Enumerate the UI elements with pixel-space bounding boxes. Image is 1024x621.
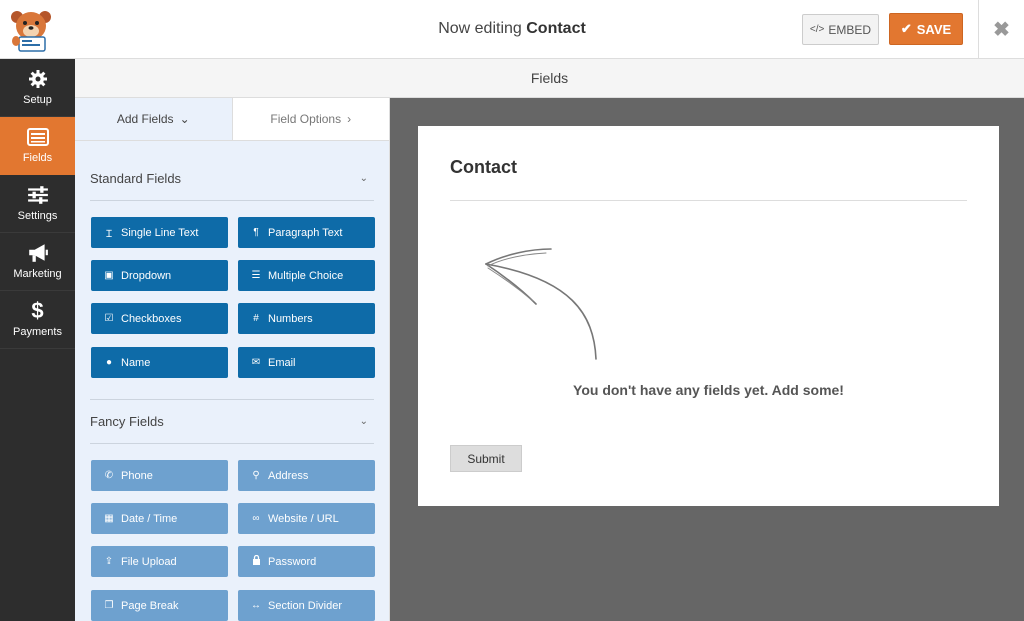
field-button-name[interactable]: ● Name [91, 347, 228, 378]
embed-button[interactable]: </> EMBED [802, 14, 879, 45]
field-label: Checkboxes [121, 312, 182, 325]
phone-icon: ✆ [104, 470, 114, 481]
hand-drawn-arrow-icon [485, 248, 597, 360]
map-pin-icon: ⚲ [252, 470, 260, 481]
tab-field-options[interactable]: Field Options › [231, 98, 389, 140]
chevron-down-icon: ⌄ [359, 173, 368, 184]
empty-state-message: You don't have any fields yet. Add some! [573, 382, 844, 398]
pilcrow-icon: ¶ [253, 227, 259, 238]
fields-list-icon [26, 128, 49, 146]
title-prefix: Now editing [438, 20, 522, 37]
nav-label: Setup [23, 94, 52, 106]
field-button-password[interactable]: Password [238, 546, 375, 577]
submit-button[interactable]: Submit [450, 445, 522, 472]
field-label: File Upload [121, 555, 177, 568]
chevron-down-icon: ⌄ [359, 416, 368, 427]
field-label: Address [268, 469, 309, 482]
tab-label: Field Options [270, 112, 342, 126]
list-icon: ☰ [251, 270, 261, 281]
nav-label: Settings [17, 210, 58, 222]
field-label: Website / URL [268, 512, 339, 525]
field-label: Dropdown [121, 269, 172, 282]
panel-tabs: Add Fields ⌄ Field Options › [75, 98, 389, 141]
field-button-paragraph-text[interactable]: ¶ Paragraph Text [238, 217, 375, 248]
nav-label: Fields [22, 152, 53, 164]
field-button-date-time[interactable]: ▦ Date / Time [91, 503, 228, 534]
field-button-file-upload[interactable]: ⇪ File Upload [91, 546, 228, 577]
field-button-address[interactable]: ⚲ Address [238, 460, 375, 491]
close-button[interactable]: ✖ [979, 0, 1024, 59]
group-title: Standard Fields [90, 171, 182, 186]
text-cursor-icon: Ɪ [106, 228, 112, 240]
field-label: Date / Time [121, 512, 178, 525]
standard-fields-header[interactable]: Standard Fields ⌄ [90, 157, 374, 201]
checkbox-icon: ☑ [104, 313, 114, 324]
copy-icon: ❐ [104, 600, 114, 611]
fancy-fields-header[interactable]: Fancy Fields ⌄ [90, 400, 374, 444]
save-label: SAVE [916, 21, 952, 37]
field-label: Email [268, 356, 296, 369]
user-icon: ● [105, 357, 113, 368]
field-button-dropdown[interactable]: ▣ Dropdown [91, 260, 228, 291]
field-label: Phone [121, 469, 153, 482]
field-button-section-divider[interactable]: ↔ Section Divider [238, 590, 375, 621]
chevron-down-icon: ⌄ [179, 112, 190, 126]
field-button-email[interactable]: ✉ Email [238, 347, 375, 378]
title-divider [450, 200, 967, 201]
fields-panel: Add Fields ⌄ Field Options › Standard Fi… [75, 98, 390, 621]
nav-item-marketing[interactable]: Marketing [0, 233, 75, 291]
field-label: Multiple Choice [268, 269, 344, 282]
form-preview: Contact You don't have any fields yet. A… [418, 126, 999, 506]
sliders-icon [27, 186, 48, 204]
hash-icon: # [253, 313, 259, 324]
field-label: Password [268, 555, 317, 568]
close-icon: ✖ [993, 19, 1010, 41]
upload-icon: ⇪ [104, 556, 114, 567]
save-button[interactable]: ✔ SAVE [889, 13, 963, 45]
field-label: Numbers [268, 312, 313, 325]
field-label: Name [121, 356, 151, 369]
tab-add-fields[interactable]: Add Fields ⌄ [75, 98, 232, 140]
left-navigation: Setup Fields Settings Marketing $ Paymen… [0, 59, 75, 621]
arrows-h-icon: ↔ [251, 600, 261, 611]
field-button-website-url[interactable]: ∞ Website / URL [238, 503, 375, 534]
dropdown-icon: ▣ [104, 270, 114, 281]
link-icon: ∞ [252, 513, 260, 524]
nav-item-fields[interactable]: Fields [0, 117, 75, 175]
nav-item-setup[interactable]: Setup [0, 59, 75, 117]
gear-icon [28, 70, 47, 88]
tab-label: Add Fields [116, 112, 174, 126]
field-label: Paragraph Text [268, 226, 343, 239]
lock-icon [251, 554, 261, 568]
field-button-checkboxes[interactable]: ☑ Checkboxes [91, 303, 228, 334]
field-button-single-line-text[interactable]: Ɪ Single Line Text [91, 217, 228, 248]
field-label: Section Divider [268, 599, 342, 612]
embed-label: EMBED [828, 22, 872, 37]
nav-item-settings[interactable]: Settings [0, 175, 75, 233]
megaphone-icon [28, 244, 48, 262]
nav-label: Marketing [13, 268, 62, 280]
field-button-multiple-choice[interactable]: ☰ Multiple Choice [238, 260, 375, 291]
field-button-page-break[interactable]: ❐ Page Break [91, 590, 228, 621]
envelope-icon: ✉ [251, 357, 261, 368]
chevron-right-icon: › [347, 112, 352, 126]
form-title: Contact [450, 157, 517, 177]
form-name: Contact [526, 20, 586, 37]
checkmark-icon: ✔ [900, 21, 912, 36]
calendar-icon: ▦ [104, 513, 114, 524]
group-title: Fancy Fields [90, 414, 164, 429]
field-button-phone[interactable]: ✆ Phone [91, 460, 228, 491]
top-bar: Now editing Contact </> EMBED ✔ SAVE ✖ [0, 0, 1024, 59]
nav-label: Payments [13, 326, 62, 338]
section-title: Fields [75, 59, 1024, 98]
dollar-icon: $ [31, 298, 44, 323]
field-button-numbers[interactable]: # Numbers [238, 303, 375, 334]
nav-item-payments[interactable]: $ Payments [0, 291, 75, 349]
code-icon: </> [809, 24, 825, 35]
field-label: Page Break [121, 599, 179, 612]
field-label: Single Line Text [121, 226, 199, 239]
